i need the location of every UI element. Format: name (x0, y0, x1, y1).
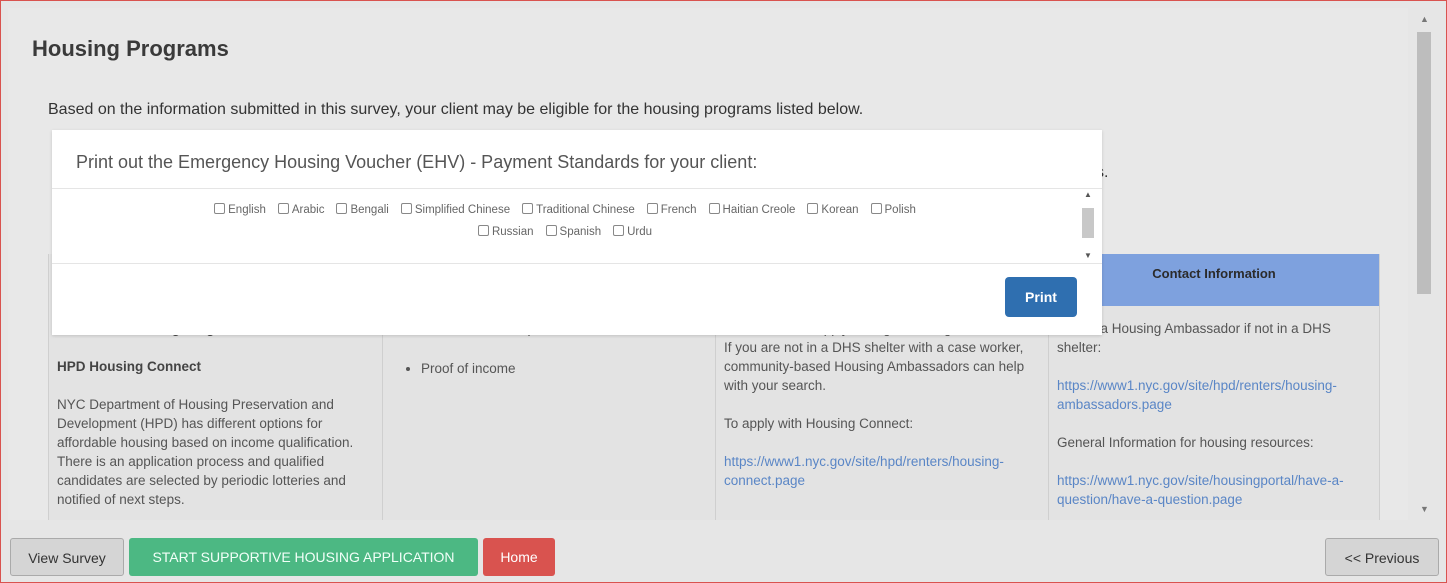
page-scrollbar[interactable]: ▲ ▼ (1414, 12, 1436, 520)
language-label: Arabic (291, 204, 325, 216)
housing-connect-link[interactable]: https://www1.nyc.gov/site/hpd/renters/ho… (724, 452, 1040, 490)
scroll-thumb[interactable] (1417, 32, 1431, 294)
language-label: Haitian Creole (722, 204, 796, 216)
apply-paragraph: If you are not in a DHS shelter with a c… (724, 340, 1025, 393)
language-option-urdu[interactable]: Urdu (613, 221, 652, 243)
language-option-arabic[interactable]: Arabic (277, 199, 325, 221)
modal-title: Print out the Emergency Housing Voucher … (76, 152, 758, 172)
language-label: Korean (821, 204, 859, 216)
checkbox[interactable] (522, 203, 534, 214)
language-option-korean[interactable]: Korean (807, 199, 859, 221)
language-option-english[interactable]: English (214, 199, 266, 221)
language-option-simplified-chinese[interactable]: Simplified Chinese (400, 199, 511, 221)
language-label: English (228, 204, 266, 216)
apply-label: To apply with Housing Connect: (724, 416, 914, 431)
modal-divider (52, 263, 1102, 264)
checkbox[interactable] (477, 225, 489, 236)
language-label: Russian (491, 226, 534, 238)
language-option-haitian-creole[interactable]: Haitian Creole (708, 199, 796, 221)
main-content: Housing Programs Based on the informatio… (8, 8, 1408, 520)
intro-text: Based on the information submitted in th… (48, 101, 864, 118)
scroll-thumb[interactable] (1082, 208, 1094, 238)
start-application-button[interactable]: START SUPPORTIVE HOUSING APPLICATION (129, 538, 478, 576)
contact-general-label: General Information for housing resource… (1057, 435, 1314, 450)
document-item: Proof of income (421, 359, 715, 378)
scroll-down-icon[interactable]: ▼ (1420, 504, 1429, 514)
contact-paragraph: To find a Housing Ambassador if not in a… (1057, 321, 1331, 355)
checkbox[interactable] (613, 225, 625, 236)
scroll-up-icon[interactable]: ▲ (1084, 190, 1092, 199)
checkbox[interactable] (336, 203, 348, 214)
language-label: Urdu (627, 226, 653, 238)
program-heading: HPD Housing Connect (57, 359, 201, 374)
language-option-french[interactable]: French (646, 199, 697, 221)
modal-scrollbar[interactable]: ▲ ▼ (1080, 190, 1096, 260)
language-label: Traditional Chinese (536, 204, 635, 216)
language-option-spanish[interactable]: Spanish (545, 221, 602, 243)
program-description: NYC Department of Housing Preservation a… (57, 397, 354, 507)
language-label: French (660, 204, 697, 216)
previous-button[interactable]: << Previous (1325, 538, 1439, 576)
checkbox[interactable] (708, 203, 720, 214)
language-label: Simplified Chinese (414, 204, 511, 216)
language-label: Bengali (350, 204, 389, 216)
housing-ambassadors-link[interactable]: https://www1.nyc.gov/site/hpd/renters/ho… (1057, 376, 1371, 414)
language-label: Spanish (559, 226, 602, 238)
checkbox[interactable] (545, 225, 557, 236)
checkbox[interactable] (214, 203, 226, 214)
language-label: Polish (884, 204, 916, 216)
checkbox[interactable] (646, 203, 658, 214)
home-button[interactable]: Home (483, 538, 555, 576)
page-title: Housing Programs (32, 36, 229, 61)
checkbox[interactable] (870, 203, 882, 214)
scroll-down-icon[interactable]: ▼ (1084, 251, 1092, 260)
checkbox[interactable] (277, 203, 289, 214)
checkbox[interactable] (400, 203, 412, 214)
language-option-russian[interactable]: Russian (477, 221, 534, 243)
language-option-polish[interactable]: Polish (870, 199, 916, 221)
language-option-traditional-chinese[interactable]: Traditional Chinese (522, 199, 635, 221)
view-survey-button[interactable]: View Survey (10, 538, 124, 576)
housing-portal-link[interactable]: https://www1.nyc.gov/site/housingportal/… (1057, 471, 1371, 509)
language-option-bengali[interactable]: Bengali (336, 199, 389, 221)
checkbox[interactable] (807, 203, 819, 214)
language-options: English Arabic Bengali Simplified Chinese Tr… (52, 189, 1078, 262)
print-button[interactable]: Print (1005, 277, 1077, 317)
scroll-up-icon[interactable]: ▲ (1420, 14, 1429, 24)
print-modal: Print out the Emergency Housing Voucher … (52, 130, 1102, 335)
